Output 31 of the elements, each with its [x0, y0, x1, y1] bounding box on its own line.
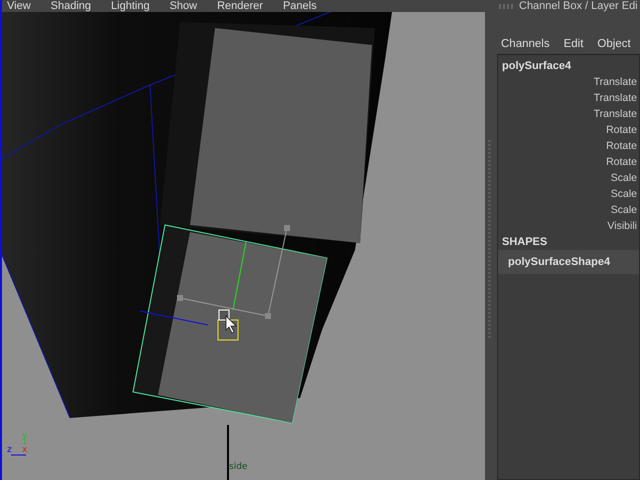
panel-title: Channel Box / Layer Edi: [519, 0, 638, 12]
section-heading: SHAPES: [501, 235, 548, 250]
axis-icon: [10, 438, 26, 456]
menu-item[interactable]: Lighting: [106, 0, 158, 12]
axis-label: x: [22, 445, 28, 455]
axis-label: z: [7, 445, 12, 455]
camera-label: side: [229, 462, 248, 472]
channel-label[interactable]: Rotate: [498, 138, 639, 154]
cursor-icon: [226, 315, 237, 334]
channel-label[interactable]: Scale: [498, 202, 639, 218]
channel-label[interactable]: Translate: [498, 90, 639, 106]
grip-icon[interactable]: [499, 4, 513, 8]
menu-item[interactable]: Edit: [564, 38, 584, 50]
channel-label[interactable]: Visibili: [498, 218, 639, 234]
menu-item[interactable]: Object: [597, 38, 631, 50]
menu-item[interactable]: Shading: [46, 0, 100, 12]
edge-line: [227, 425, 229, 480]
channel-label[interactable]: Scale: [498, 170, 639, 186]
menu-item[interactable]: Channels: [501, 38, 550, 50]
menu-item[interactable]: Show: [164, 0, 206, 12]
shape-item[interactable]: polySurfaceShape4: [498, 250, 639, 274]
axis-label: y: [22, 431, 28, 441]
channel-label[interactable]: Scale: [498, 186, 639, 202]
menu-item[interactable]: Panels: [278, 0, 325, 12]
channel-label[interactable]: Translate: [498, 74, 639, 90]
channel-label[interactable]: Rotate: [498, 122, 639, 138]
menu-item[interactable]: Renderer: [212, 0, 271, 12]
channel-label[interactable]: Translate: [498, 106, 639, 122]
object-name[interactable]: polySurface4: [498, 58, 639, 74]
menu-item[interactable]: View: [2, 0, 39, 12]
channel-label[interactable]: Rotate: [498, 154, 639, 170]
